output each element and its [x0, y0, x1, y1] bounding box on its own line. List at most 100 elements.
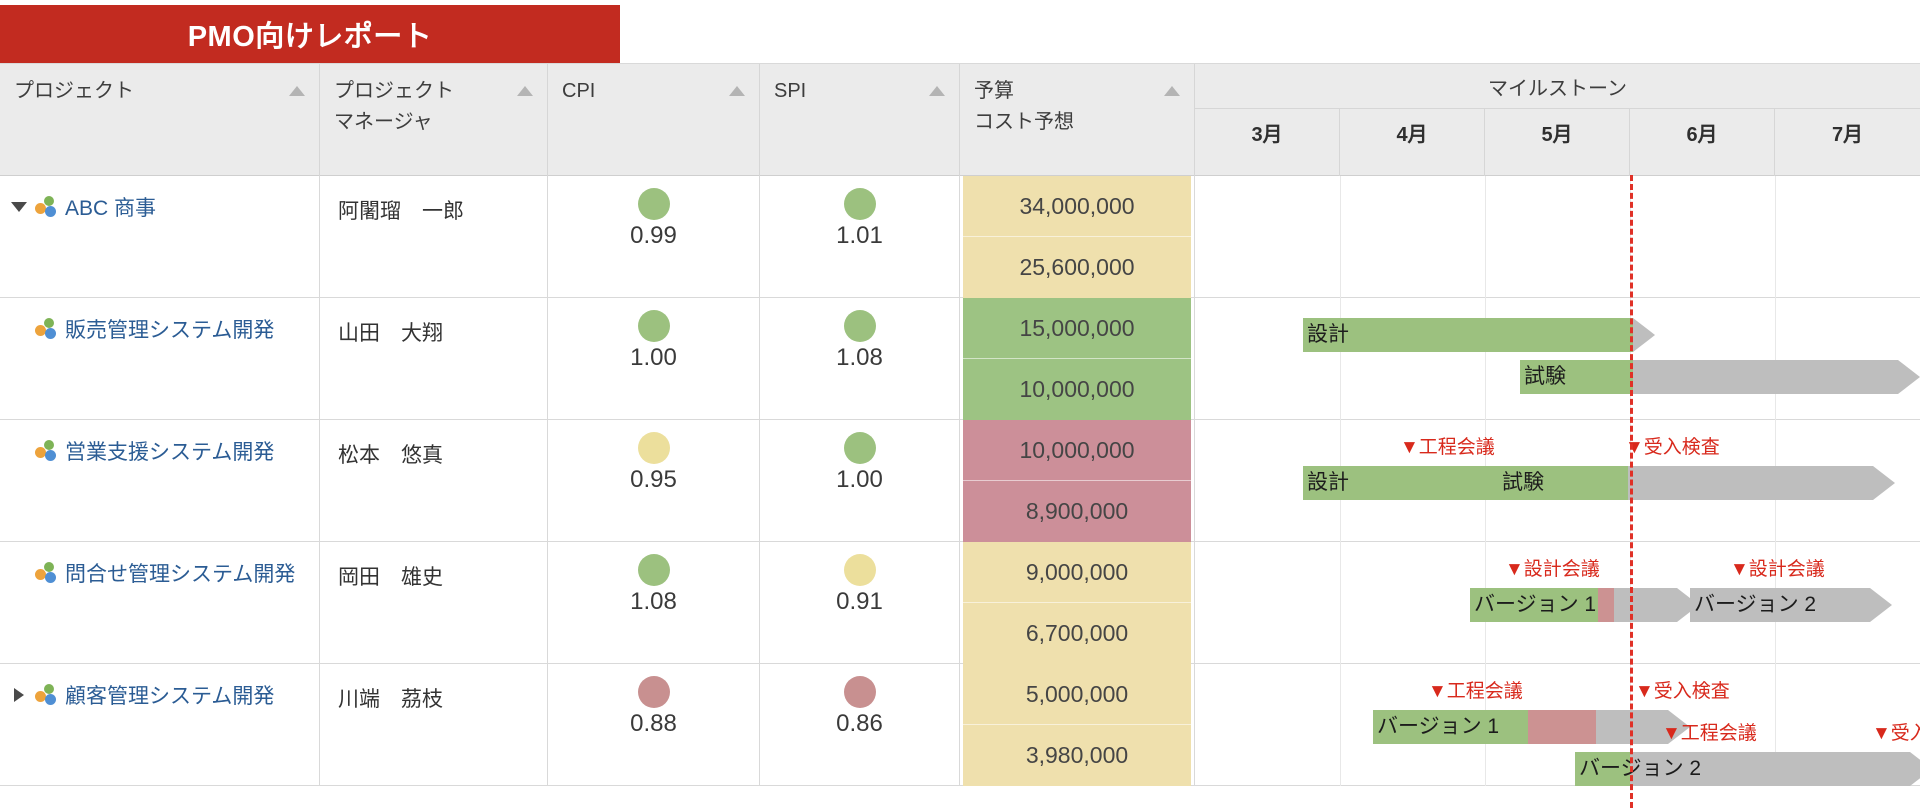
gantt-bar[interactable]: バージョン 1: [1373, 710, 1690, 744]
milestone-marker[interactable]: ▼受入検査: [1625, 432, 1720, 459]
gantt-bar-segment-green: [1303, 318, 1633, 352]
project-manager-name: 川端 茘枝: [338, 688, 443, 711]
gantt-bar-label: バージョン 2: [1694, 593, 1817, 616]
cell-project-manager: 岡田 雄史: [320, 542, 548, 664]
spi-value: 1.08: [836, 344, 883, 371]
column-header-budget-label-line1: 予算: [974, 80, 1014, 102]
cell-project: 問合せ管理システム開発: [0, 542, 320, 664]
cell-milestone-gantt: バージョン 1 バージョン 2 ▼工程会議 ▼受入検査 ▼工程会議 ▼受入: [1195, 664, 1920, 786]
table-row[interactable]: 営業支援システム開発 松本 悠真 0.95 1.00 10,000,000 8,900,0…: [0, 420, 1920, 542]
column-header-month-june[interactable]: 6月: [1630, 109, 1775, 176]
sort-ascending-icon[interactable]: [1164, 86, 1180, 96]
cpi-status-indicator: [637, 310, 670, 342]
report-title-banner: PMO向けレポート: [0, 5, 620, 63]
budget-amount: 5,000,000: [963, 664, 1191, 725]
gantt-bar[interactable]: バージョン 1: [1470, 588, 1699, 622]
column-header-budget[interactable]: 予算 コスト予想: [960, 64, 1195, 176]
pmo-report-table: プロジェクト プロジェクト マネージャ CPI SPI 予算 コスト予想 マイル…: [0, 63, 1920, 808]
gantt-bar-arrow-tip: [1898, 360, 1920, 394]
cell-milestone-gantt: 設計試験: [1195, 298, 1920, 420]
cell-cpi: 0.88: [548, 664, 760, 786]
column-header-pm-label-line2: マネージャ: [334, 111, 433, 133]
table-row[interactable]: 顧客管理システム開発 川端 茘枝 0.88 0.86 5,000,000 3,980,00…: [0, 664, 1920, 786]
project-name-link[interactable]: 販売管理システム開発: [65, 314, 274, 344]
project-name-link[interactable]: 顧客管理システム開発: [65, 680, 274, 710]
spi-status-indicator: [843, 188, 876, 220]
budget-cost-forecast: 3,980,000: [1025, 742, 1129, 768]
sort-ascending-icon[interactable]: [729, 86, 745, 96]
column-header-spi[interactable]: SPI: [760, 64, 960, 176]
spi-value: 1.00: [836, 466, 883, 493]
table-row[interactable]: 販売管理システム開発 山田 大翔 1.00 1.08 15,000,000 10,000,…: [0, 298, 1920, 420]
cell-budget: 34,000,000 25,600,000: [960, 176, 1195, 298]
gantt-bar[interactable]: 試験: [1498, 466, 1895, 500]
row-expander[interactable]: [10, 202, 28, 212]
gantt-bar[interactable]: 試験: [1520, 360, 1920, 394]
expand-triangle-icon[interactable]: [14, 688, 24, 702]
gantt-bar[interactable]: バージョン 2: [1575, 752, 1920, 786]
project-group-icon: [35, 683, 58, 707]
gantt-bar-label: バージョン 1: [1377, 715, 1500, 738]
sort-ascending-icon[interactable]: [289, 86, 305, 96]
gantt-bar[interactable]: バージョン 2: [1690, 588, 1892, 622]
cell-project-manager: 松本 悠真: [320, 420, 548, 542]
milestone-marker[interactable]: ▼工程会議: [1662, 718, 1757, 745]
cpi-value: 1.08: [630, 588, 677, 615]
cpi-status-indicator: [637, 554, 670, 586]
cpi-status-indicator: [637, 188, 670, 220]
gantt-bar-arrow-tip: [1873, 466, 1895, 500]
month-gridline: [1630, 176, 1631, 298]
gantt-bar-label: 試験: [1524, 365, 1566, 388]
column-header-budget-label-line2: コスト予想: [974, 111, 1074, 133]
table-row[interactable]: 問合せ管理システム開発 岡田 雄史 1.08 0.91 9,000,000 6,700,0…: [0, 542, 1920, 664]
spi-value: 0.91: [836, 588, 883, 615]
project-name-link[interactable]: 問合せ管理システム開発: [65, 558, 295, 588]
cell-project-manager: 阿闍瑠 一郎: [320, 176, 548, 298]
spi-status-indicator: [843, 676, 876, 708]
spi-status-indicator: [843, 310, 876, 342]
column-header-cpi[interactable]: CPI: [548, 64, 760, 176]
sort-ascending-icon[interactable]: [517, 86, 533, 96]
budget-cost-forecast: 8,900,000: [1025, 498, 1129, 524]
sort-ascending-icon[interactable]: [929, 86, 945, 96]
gantt-bar-segment-gray: [1633, 360, 1898, 394]
cell-budget: 9,000,000 6,700,000: [960, 542, 1195, 664]
month-gridline: [1340, 542, 1341, 664]
month-gridline: [1485, 298, 1486, 420]
column-header-project[interactable]: プロジェクト: [0, 64, 320, 176]
cell-milestone-gantt: [1195, 176, 1920, 298]
column-header-month-march[interactable]: 3月: [1195, 109, 1340, 176]
column-header-project-manager[interactable]: プロジェクト マネージャ: [320, 64, 548, 176]
collapse-triangle-icon[interactable]: [11, 202, 27, 212]
table-header-row: プロジェクト プロジェクト マネージャ CPI SPI 予算 コスト予想 マイル…: [0, 64, 1920, 176]
project-name-link[interactable]: ABC 商事: [65, 192, 156, 222]
column-header-cpi-label: CPI: [562, 80, 596, 102]
project-manager-name: 岡田 雄史: [338, 566, 443, 589]
milestone-marker[interactable]: ▼受入: [1872, 718, 1920, 745]
month-gridline: [1340, 664, 1341, 786]
table-row[interactable]: ABC 商事 阿闍瑠 一郎 0.99 1.01 34,000,000 25,600,000: [0, 176, 1920, 298]
milestone-marker[interactable]: ▼受入検査: [1635, 676, 1730, 703]
project-manager-name: 松本 悠真: [338, 444, 443, 467]
month-gridline: [1630, 298, 1631, 420]
gantt-bar-label: 試験: [1502, 471, 1544, 494]
milestone-marker[interactable]: ▼設計会議: [1505, 554, 1600, 581]
milestone-marker[interactable]: ▼工程会議: [1400, 432, 1495, 459]
column-header-month-may[interactable]: 5月: [1485, 109, 1630, 176]
column-header-month-april[interactable]: 4月: [1340, 109, 1485, 176]
milestone-marker[interactable]: ▼設計会議: [1730, 554, 1825, 581]
table-body: ABC 商事 阿闍瑠 一郎 0.99 1.01 34,000,000 25,600,000…: [0, 176, 1920, 786]
project-name-link[interactable]: 営業支援システム開発: [65, 436, 274, 466]
row-expander[interactable]: [10, 688, 28, 702]
column-header-pm-label-line1: プロジェクト: [334, 80, 454, 102]
month-label: 7月: [1831, 124, 1864, 146]
milestone-marker[interactable]: ▼工程会議: [1428, 676, 1523, 703]
gantt-bar[interactable]: 設計: [1303, 318, 1655, 352]
cell-cpi: 1.00: [548, 298, 760, 420]
budget-amount: 10,000,000: [963, 420, 1191, 481]
month-gridline: [1485, 176, 1486, 298]
gantt-bar[interactable]: 設計: [1303, 466, 1520, 500]
budget-block: 10,000,000 8,900,000: [963, 420, 1191, 542]
gantt-bar-segment-gray: [1614, 588, 1677, 622]
column-header-month-july[interactable]: 7月: [1775, 109, 1920, 176]
